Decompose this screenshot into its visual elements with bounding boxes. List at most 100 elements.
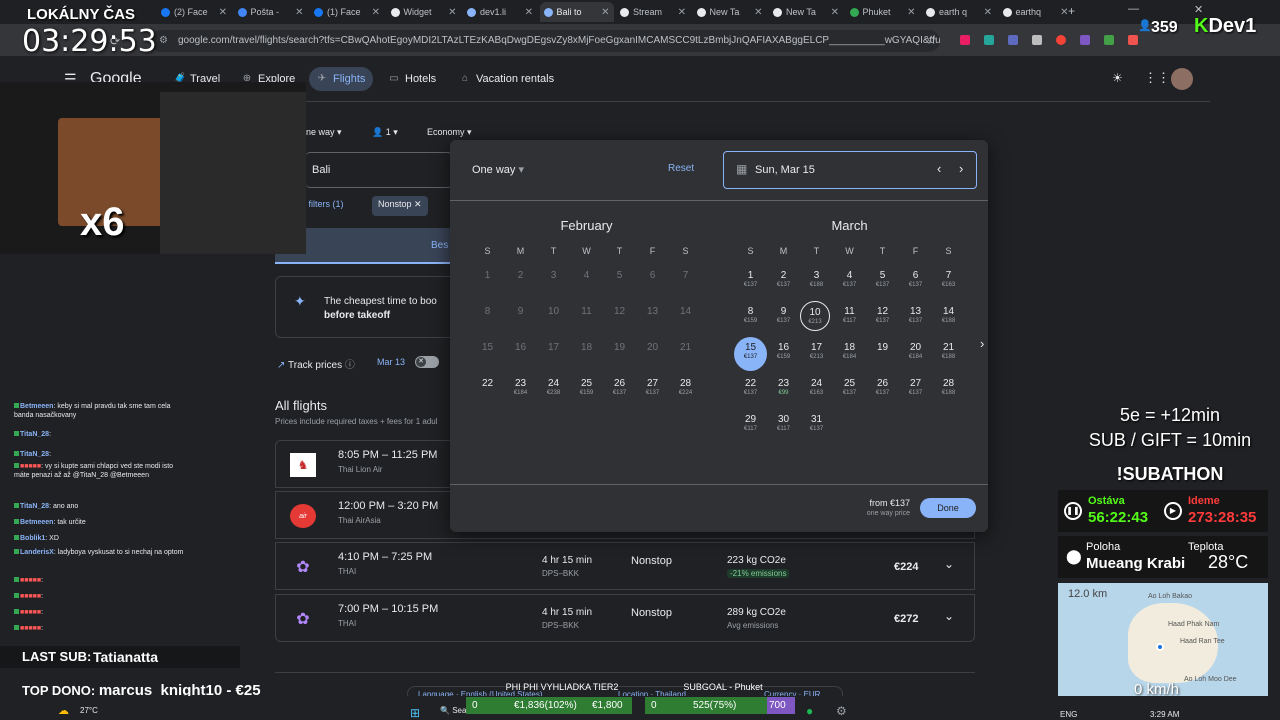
close-tab-icon[interactable]: ✕	[907, 7, 915, 18]
browser-tab[interactable]: New Ta ✕	[693, 2, 767, 22]
calendar-day[interactable]: 9	[504, 301, 537, 335]
calendar-day[interactable]: 3	[537, 265, 570, 299]
calendar-day[interactable]: 25 €137	[833, 373, 866, 407]
calendar-day[interactable]: 17	[537, 337, 570, 371]
chat-username[interactable]: ■■■■■	[20, 609, 41, 616]
calendar-day[interactable]: 1	[471, 265, 504, 299]
chat-username[interactable]: ■■■■■	[20, 577, 41, 584]
done-button[interactable]: Done	[920, 498, 976, 518]
calendar-day[interactable]: 9 €137	[767, 301, 800, 335]
browser-tab[interactable]: dev1.li ✕	[463, 2, 537, 22]
all-filters-button[interactable]: ll filters (1)	[302, 199, 344, 209]
browser-tab[interactable]: earthq ✕	[999, 2, 1073, 22]
calendar-day[interactable]: 22	[471, 373, 504, 407]
calendar-day[interactable]: 18	[570, 337, 603, 371]
extension-icon[interactable]	[984, 35, 994, 45]
chat-username[interactable]: ■■■■■	[20, 593, 41, 600]
minimize-button[interactable]: —	[1128, 3, 1139, 15]
close-tab-icon[interactable]: ✕	[295, 7, 303, 18]
chat-username[interactable]: LanderisX	[20, 549, 54, 556]
calendar-day[interactable]: 5 €137	[866, 265, 899, 299]
chat-username[interactable]: ■■■■■	[20, 625, 41, 632]
calendar-day[interactable]: 7	[669, 265, 702, 299]
calendar-day[interactable]: 28 €224	[669, 373, 702, 407]
extension-icon[interactable]	[1008, 35, 1018, 45]
extension-icon[interactable]	[1080, 35, 1090, 45]
expand-chevron-icon[interactable]: ⌄	[944, 609, 954, 623]
browser-tab[interactable]: earth q ✕	[922, 2, 996, 22]
browser-tab[interactable]: Stream ✕	[616, 2, 690, 22]
close-tab-icon[interactable]: ✕	[525, 7, 533, 18]
chat-username[interactable]: TitaN_28	[20, 431, 49, 438]
extension-icon[interactable]	[960, 35, 970, 45]
calendar-day[interactable]: 11	[570, 301, 603, 335]
calendar-day[interactable]: 28 €188	[932, 373, 965, 407]
origin-field[interactable]: Bali	[306, 152, 452, 188]
cabin-select[interactable]: Economy ▾	[427, 127, 472, 138]
bookmark-star-icon[interactable]: ☆	[926, 33, 937, 47]
calendar-day[interactable]: 2 €137	[767, 265, 800, 299]
chat-username[interactable]: TitaN_28	[20, 451, 49, 458]
close-tab-icon[interactable]: ✕	[678, 7, 686, 18]
calendar-day[interactable]: 19	[866, 337, 899, 371]
browser-tab[interactable]: Pošta - ✕	[234, 2, 308, 22]
site-info-icon[interactable]: ⚙	[159, 35, 168, 46]
calendar-day[interactable]: 8 €159	[734, 301, 767, 335]
nav-flights[interactable]: ✈ Flights	[309, 67, 374, 91]
apps-grid-icon[interactable]: ⋮⋮	[1144, 70, 1170, 86]
calendar-day[interactable]: 13 €137	[899, 301, 932, 335]
extension-icon[interactable]	[1032, 35, 1042, 45]
calendar-day[interactable]: 23 €184	[504, 373, 537, 407]
calendar-day[interactable]: 29 €117	[734, 409, 767, 443]
flight-row[interactable]: ✿ 7:00 PM – 10:15 PM THAI 4 hr 15 min DPS–BK…	[275, 594, 975, 642]
calendar-day[interactable]: 2	[504, 265, 537, 299]
browser-tab[interactable]: Widget ✕	[387, 2, 461, 22]
calendar-day[interactable]: 6	[636, 265, 669, 299]
browser-tab[interactable]: New Ta ✕	[769, 2, 843, 22]
close-tab-icon[interactable]: ✕	[448, 7, 456, 18]
departure-date-field[interactable]: ▦ Sun, Mar 15 ‹ ›	[723, 151, 977, 189]
chat-username[interactable]: Betmeeen	[20, 403, 53, 410]
calendar-day[interactable]: 5	[603, 265, 636, 299]
extension-icon[interactable]	[1128, 35, 1138, 45]
close-tab-icon[interactable]: ✕	[984, 7, 992, 18]
account-avatar[interactable]	[1171, 68, 1193, 90]
calendar-day[interactable]: 31 €137	[800, 409, 833, 443]
browser-tab[interactable]: (2) Face ✕	[157, 2, 231, 22]
browser-tab[interactable]: Bali to ✕	[539, 2, 614, 22]
close-tab-icon[interactable]: ✕	[601, 7, 609, 18]
calendar-day[interactable]: 18 €184	[833, 337, 866, 371]
calendar-day[interactable]: 21	[669, 337, 702, 371]
calendar-day[interactable]: 6 €137	[899, 265, 932, 299]
reset-button[interactable]: Reset	[668, 163, 694, 174]
chat-username[interactable]: ■■■■■	[20, 463, 41, 470]
calendar-day[interactable]: 15	[471, 337, 504, 371]
calendar-day[interactable]: 1 €137	[734, 265, 767, 299]
chat-username[interactable]: Boblik1	[20, 535, 45, 542]
calendar-day[interactable]: 14	[669, 301, 702, 335]
settings-icon[interactable]: ⚙	[836, 704, 847, 718]
calendar-day[interactable]: 26 €137	[866, 373, 899, 407]
spotify-icon[interactable]: ●	[806, 704, 813, 718]
calendar-day[interactable]: 25 €159	[570, 373, 603, 407]
calendar-day[interactable]: 7 €163	[932, 265, 965, 299]
flight-row[interactable]: ✿ 4:10 PM – 7:25 PM THAI 4 hr 15 min DPS–BKK…	[275, 542, 975, 590]
calendar-day[interactable]: 26 €137	[603, 373, 636, 407]
calendar-day[interactable]: 4	[570, 265, 603, 299]
calendar-day[interactable]: 16 €159	[767, 337, 800, 371]
close-tab-icon[interactable]: ✕	[372, 7, 380, 18]
previous-date-button[interactable]: ‹	[937, 161, 941, 176]
theme-icon[interactable]: ☀	[1112, 71, 1123, 85]
close-tab-icon[interactable]: ✕	[831, 7, 839, 18]
calendar-day[interactable]: 10 €213	[800, 301, 830, 331]
calendar-day[interactable]: 19	[603, 337, 636, 371]
chat-username[interactable]: Betmeeen	[20, 519, 53, 526]
calendar-day[interactable]: 3 €188	[800, 265, 833, 299]
input-language[interactable]: ENG	[1060, 710, 1077, 719]
browser-tab[interactable]: (1) Face ✕	[310, 2, 384, 22]
picker-trip-type[interactable]: One way ▾	[472, 163, 524, 176]
calendar-day[interactable]: 11 €117	[833, 301, 866, 335]
calendar-day[interactable]: 14 €188	[932, 301, 965, 335]
expand-chevron-icon[interactable]: ⌄	[944, 557, 954, 571]
nav-hotels[interactable]: ▭ Hotels	[381, 67, 444, 91]
